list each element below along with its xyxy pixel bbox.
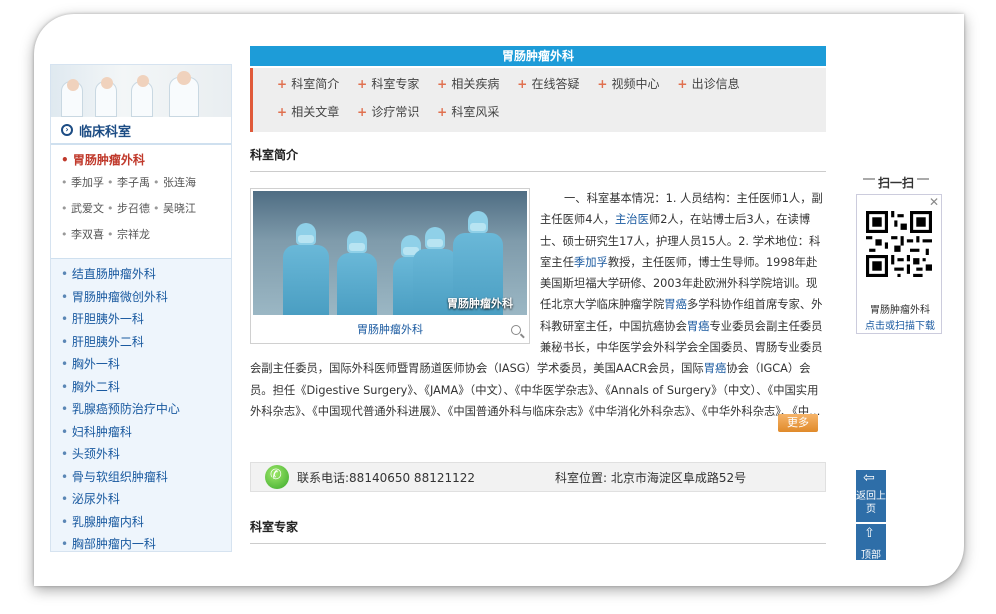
dept-list: 结直肠肿瘤外科 胃肠肿瘤微创外科 肝胆胰外一科 肝胆胰外二科 胸外一科 胸外二科…	[51, 259, 231, 551]
intro-link[interactable]: 胃癌	[704, 362, 727, 375]
dept-link[interactable]: 泌尿外科	[61, 490, 231, 513]
contact-bar: 联系电话:88140650 88121122 科室位置: 北京市海淀区阜成路52…	[250, 462, 826, 492]
dept-link[interactable]: 肝胆胰外二科	[61, 333, 231, 356]
doctor-link[interactable]: 武爱文	[61, 200, 107, 216]
dept-link[interactable]: 胃肠肿瘤微创外科	[61, 288, 231, 311]
sidebar-banner-image	[51, 65, 231, 117]
back-button[interactable]: 返回上页	[856, 470, 886, 522]
dept-link[interactable]: 头颈外科	[61, 445, 231, 468]
zoom-icon[interactable]	[511, 325, 521, 335]
dept-link[interactable]: 妇科肿瘤科	[61, 423, 231, 446]
doctor-link[interactable]: 吴晓江	[153, 200, 199, 216]
doctor-link[interactable]: 李子禹	[107, 174, 153, 190]
intro-section: 一、科室基本情况：1. 人员结构：主任医师1人，副主任医师4人，主治医师2人，在…	[250, 188, 826, 446]
page-frame: › 临床科室 胃肠肿瘤外科 季加孚 李子禹 张连海 武爱文 步召德 吴晓江 李双…	[34, 14, 964, 586]
close-icon[interactable]: ✕	[929, 195, 939, 209]
doctor-list: 季加孚 李子禹 张连海 武爱文 步召德 吴晓江 李双喜 宗祥龙	[61, 174, 231, 252]
qr-widget: ✕ 胃肠肿瘤外科 点击或扫描下载	[856, 194, 942, 334]
experts-section-title: 科室专家	[250, 518, 826, 544]
dept-nav: 科室简介 科室专家 相关疾病 在线答疑 视频中心 出诊信息 相关文章 诊疗常识 …	[250, 68, 826, 132]
intro-link[interactable]: 胃癌	[664, 298, 687, 311]
nav-item[interactable]: 相关疾病	[437, 74, 499, 102]
nav-item[interactable]: 科室风采	[437, 102, 499, 130]
doctor-link[interactable]: 步召德	[107, 200, 153, 216]
surgeons-photo: 胃肠肿瘤外科	[253, 191, 527, 315]
dept-link[interactable]: 结直肠肿瘤外科	[61, 265, 231, 288]
photo-subcaption[interactable]: 胃肠肿瘤外科	[253, 321, 527, 337]
arrow-circle-icon: ›	[61, 124, 73, 136]
nav-item[interactable]: 视频中心	[597, 74, 660, 102]
dept-location: 科室位置: 北京市海淀区阜成路52号	[555, 470, 747, 485]
qr-dept-name: 胃肠肿瘤外科	[870, 305, 930, 316]
qr-code-icon	[866, 211, 932, 277]
dept-link[interactable]: 乳腺癌预防治疗中心	[61, 400, 231, 423]
dept-link[interactable]: 乳腺肿瘤内科	[61, 513, 231, 536]
nav-item[interactable]: 相关文章	[277, 102, 339, 130]
active-dept-link[interactable]: 胃肠肿瘤外科	[61, 151, 231, 168]
active-dept-panel: 胃肠肿瘤外科 季加孚 李子禹 张连海 武爱文 步召德 吴晓江 李双喜 宗祥龙	[51, 145, 231, 259]
intro-link[interactable]: 季加孚	[574, 256, 608, 269]
dept-link[interactable]: 骨与软组织肿瘤科	[61, 468, 231, 491]
page-title: 胃肠肿瘤外科	[250, 46, 826, 66]
dept-link[interactable]: 胸部肿瘤内一科	[61, 535, 231, 551]
nav-item[interactable]: 科室专家	[357, 74, 419, 102]
dept-link[interactable]: 胸外一科	[61, 355, 231, 378]
dept-link[interactable]: 胸外二科	[61, 378, 231, 401]
nav-item[interactable]: 出诊信息	[677, 74, 740, 102]
doctor-link[interactable]: 季加孚	[61, 174, 107, 190]
page: › 临床科室 胃肠肿瘤外科 季加孚 李子禹 张连海 武爱文 步召德 吴晓江 李双…	[50, 46, 964, 586]
sidebar-heading: › 临床科室	[51, 117, 231, 145]
nav-item[interactable]: 科室简介	[277, 74, 339, 102]
more-button[interactable]: 更多	[778, 414, 818, 432]
dept-photo[interactable]: 胃肠肿瘤外科 胃肠肿瘤外科	[250, 188, 530, 344]
doctor-link[interactable]: 宗祥龙	[107, 226, 153, 242]
sidebar-heading-label: 临床科室	[79, 124, 132, 140]
photo-caption: 胃肠肿瘤外科	[447, 297, 513, 310]
doctor-link[interactable]: 张连海	[153, 174, 199, 190]
intro-link[interactable]: 胃癌	[687, 320, 710, 333]
nav-item[interactable]: 诊疗常识	[357, 102, 419, 130]
sidebar: › 临床科室 胃肠肿瘤外科 季加孚 李子禹 张连海 武爱文 步召德 吴晓江 李双…	[50, 64, 232, 552]
main-content: 胃肠肿瘤外科 科室简介 科室专家 相关疾病 在线答疑 视频中心 出诊信息 相关文…	[250, 46, 826, 544]
phone-number: 联系电话:88140650 88121122	[297, 470, 476, 485]
scan-title: 扫一扫	[856, 174, 936, 191]
back-to-top-button[interactable]: 顶部	[856, 524, 886, 561]
intro-section-title: 科室简介	[250, 146, 826, 172]
qr-download-link[interactable]: 点击或扫描下载	[857, 317, 943, 332]
intro-link[interactable]: 主治医	[615, 213, 649, 226]
nav-item[interactable]: 在线答疑	[517, 74, 579, 102]
doctor-link[interactable]: 李双喜	[61, 226, 107, 242]
phone-icon	[265, 465, 289, 489]
dept-link[interactable]: 肝胆胰外一科	[61, 310, 231, 333]
